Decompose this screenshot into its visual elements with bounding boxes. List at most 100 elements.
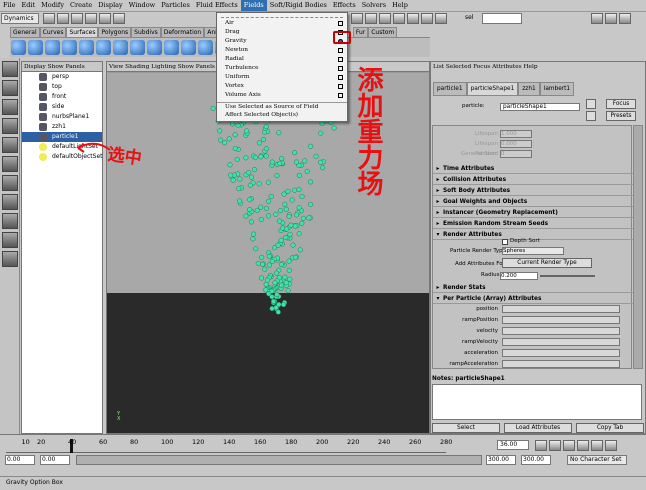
attr-section-emission-random-stream-seeds[interactable]: ▸ Emission Random Stream Seeds	[433, 219, 633, 229]
end-time-field[interactable]: 300.00	[521, 455, 551, 465]
shelf-tab-curves[interactable]: Curves	[39, 27, 67, 37]
per-particle-field[interactable]	[502, 349, 620, 357]
snap-point-icon[interactable]	[379, 13, 391, 24]
manipulator-tool-icon[interactable]	[2, 156, 18, 172]
per-particle-field[interactable]	[502, 305, 620, 313]
shelf-circle-icon[interactable]	[113, 40, 128, 55]
attr-section-per-particle-array-attributes[interactable]: ▾ Per Particle (Array) Attributes	[433, 294, 633, 304]
shelf-tab-custom[interactable]: Custom	[368, 27, 398, 37]
attr-tab-particle1[interactable]: particle1	[433, 82, 467, 96]
layout-single-icon[interactable]	[2, 175, 18, 191]
select-button[interactable]: Select	[432, 423, 500, 433]
sel-input[interactable]	[482, 13, 522, 24]
go-start-icon[interactable]	[535, 440, 547, 451]
radius-field[interactable]: 0.200	[500, 272, 538, 280]
menu-display[interactable]: Display	[95, 0, 125, 11]
turbulence-option-box-icon[interactable]	[338, 66, 343, 71]
select-object-icon[interactable]	[99, 13, 111, 24]
attr-section-render-stats[interactable]: ▸ Render Stats	[433, 283, 633, 293]
mode-select[interactable]: Dynamics	[1, 13, 39, 24]
newton-option-box-icon[interactable]	[338, 48, 343, 53]
shelf-tab-subdivs[interactable]: Subdivs	[131, 27, 161, 37]
save-scene-icon[interactable]	[71, 13, 83, 24]
select-hierarchy-icon[interactable]	[85, 13, 97, 24]
particle-name-field[interactable]: particleShape1	[500, 103, 580, 111]
snap-grid-icon[interactable]	[351, 13, 363, 24]
menu-edit[interactable]: Edit	[19, 0, 39, 11]
outliner-item-side[interactable]: side	[22, 102, 102, 112]
shelf-tab-general[interactable]: General	[10, 27, 40, 37]
show-attribute-editor-icon[interactable]	[591, 13, 603, 24]
fields-menu-extra-0[interactable]: Use Selected as Source of Field	[217, 102, 347, 111]
attr-section-soft-body-attributes[interactable]: ▸ Soft Body Attributes	[433, 186, 633, 196]
shelf-cone-icon[interactable]	[62, 40, 77, 55]
menu-effects[interactable]: Effects	[330, 0, 359, 11]
ipr-render-icon[interactable]	[421, 13, 433, 24]
snap-curve-icon[interactable]	[365, 13, 377, 24]
radius-slider[interactable]	[540, 275, 595, 277]
shelf-cylinder-icon[interactable]	[45, 40, 60, 55]
go-output-icon[interactable]	[586, 111, 596, 121]
outliner-item-top[interactable]: top	[22, 82, 102, 92]
play-back-icon[interactable]	[563, 440, 575, 451]
fields-menu-item-drag[interactable]: Drag	[217, 28, 347, 37]
copy-tab-button[interactable]: Copy Tab	[576, 423, 644, 433]
shelf-sphere-icon[interactable]	[11, 40, 26, 55]
fields-menu-item-newton[interactable]: Newton	[217, 46, 347, 55]
attr-section-goal-weights-and-objects[interactable]: ▸ Goal Weights and Objects	[433, 197, 633, 207]
shelf-square-icon[interactable]	[130, 40, 145, 55]
shelf-tab-polygons[interactable]: Polygons	[98, 27, 132, 37]
new-scene-icon[interactable]	[43, 13, 55, 24]
uniform-option-box-icon[interactable]	[338, 75, 343, 80]
menu-tearoff[interactable]	[221, 14, 343, 18]
current-time-field[interactable]: 36.00	[497, 440, 529, 450]
fields-menu-item-gravity[interactable]: Gravity	[217, 37, 347, 46]
outliner-item-front[interactable]: front	[22, 92, 102, 102]
current-render-type-button[interactable]: Current Render Type	[502, 258, 592, 268]
fields-menu-item-turbulence[interactable]: Turbulence	[217, 64, 347, 73]
load-attributes-button[interactable]: Load Attributes	[504, 423, 572, 433]
dim-field-value[interactable]: 0.000	[500, 140, 532, 148]
layout-four-icon[interactable]	[2, 194, 18, 210]
notes-field[interactable]	[432, 384, 642, 420]
range-start-field[interactable]: 0.00	[40, 455, 70, 465]
per-particle-field[interactable]	[502, 316, 620, 324]
shelf-revolve-icon[interactable]	[147, 40, 162, 55]
step-forward-icon[interactable]	[591, 440, 603, 451]
menu-file[interactable]: File	[0, 0, 19, 11]
dim-field-value[interactable]: 1.000	[500, 130, 532, 138]
start-time-field[interactable]: 0.00	[5, 455, 35, 465]
range-end-field[interactable]: 300.00	[486, 455, 516, 465]
shelf-cube-icon[interactable]	[28, 40, 43, 55]
shelf-plane-icon[interactable]	[79, 40, 94, 55]
character-set-select[interactable]: No Character Set	[567, 455, 627, 465]
layout-persp-outliner-icon[interactable]	[2, 213, 18, 229]
layout-hypershade-icon[interactable]	[2, 251, 18, 267]
go-end-icon[interactable]	[605, 440, 617, 451]
dim-field-value[interactable]: 0	[500, 150, 532, 158]
focus-button[interactable]: Focus	[606, 99, 636, 109]
attr-tab-lambert1[interactable]: lambert1	[539, 82, 575, 96]
render-type-select[interactable]: Spheres	[502, 247, 564, 255]
lasso-tool-icon[interactable]	[2, 80, 18, 96]
history-icon[interactable]	[393, 13, 405, 24]
menu-window[interactable]: Window	[126, 0, 158, 11]
outliner-item-zzh1[interactable]: zzh1	[22, 122, 102, 132]
render-globals-icon[interactable]	[435, 13, 447, 24]
shelf-torus-icon[interactable]	[96, 40, 111, 55]
vortex-option-box-icon[interactable]	[338, 84, 343, 89]
shelf-extrude-icon[interactable]	[198, 40, 213, 55]
menu-solvers[interactable]: Solvers	[359, 0, 389, 11]
air-option-box-icon[interactable]	[338, 21, 343, 26]
presets-button[interactable]: Presets	[606, 111, 636, 121]
layout-graph-icon[interactable]	[2, 232, 18, 248]
menu-fields[interactable]: Fields	[240, 0, 267, 11]
menu-fluid-effects[interactable]: Fluid Effects	[193, 0, 241, 11]
fields-menu-item-air[interactable]: Air	[217, 19, 347, 28]
select-component-icon[interactable]	[113, 13, 125, 24]
scale-tool-icon[interactable]	[2, 137, 18, 153]
show-tool-settings-icon[interactable]	[619, 13, 631, 24]
show-channel-box-icon[interactable]	[605, 13, 617, 24]
render-icon[interactable]	[407, 13, 419, 24]
go-input-icon[interactable]	[586, 99, 596, 109]
